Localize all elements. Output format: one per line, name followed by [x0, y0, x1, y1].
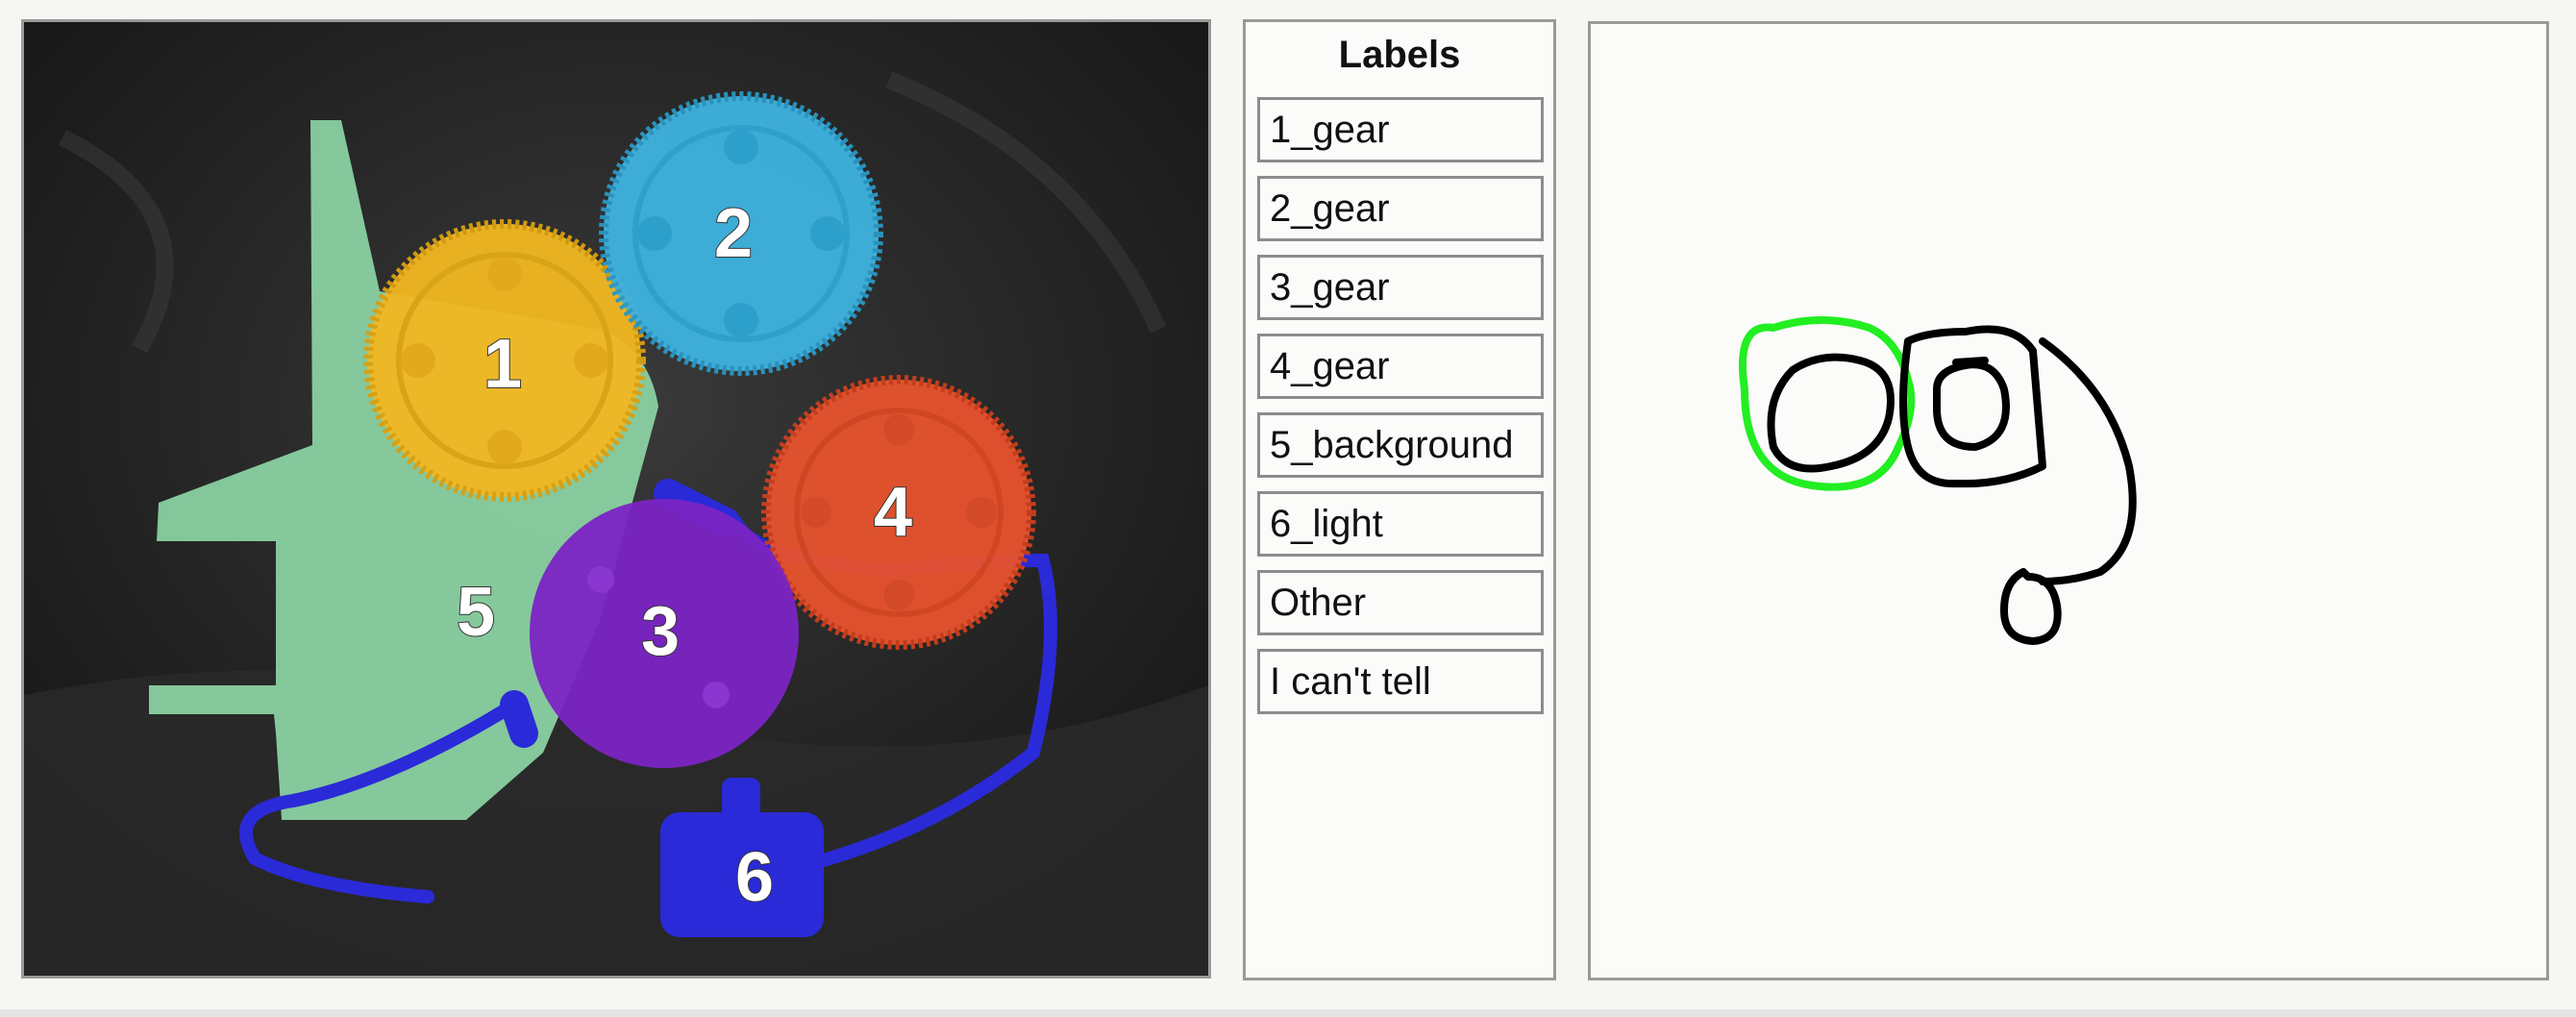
label-option-cant-tell[interactable]: I can't tell [1257, 649, 1544, 714]
label-option-other[interactable]: Other [1257, 570, 1544, 635]
bottom-bar [0, 1009, 2576, 1017]
labels-title: Labels [1338, 34, 1461, 76]
label-option-6-light[interactable]: 6_light [1257, 491, 1544, 557]
label-option-5-background[interactable]: 5_background [1257, 412, 1544, 478]
label-option-1-gear[interactable]: 1_gear [1257, 97, 1544, 162]
segment-number-5: 5 [457, 574, 495, 651]
sketch-canvas [1739, 316, 2137, 645]
segment-number-4: 4 [874, 474, 912, 551]
segment-number-3: 3 [641, 593, 680, 670]
label-option-4-gear[interactable]: 4_gear [1257, 334, 1544, 399]
segment-number-6: 6 [735, 839, 774, 916]
label-option-2-gear[interactable]: 2_gear [1257, 176, 1544, 241]
segment-number-2: 2 [714, 195, 753, 272]
segmented-image: 1 2 3 4 5 6 [21, 19, 1211, 979]
sketch-highlight-stroke [1739, 316, 1916, 491]
segment-number-1: 1 [483, 326, 522, 403]
label-option-3-gear[interactable]: 3_gear [1257, 255, 1544, 320]
segmented-image-canvas: 1 2 3 4 5 6 [24, 22, 1208, 976]
labels-panel: Labels 1_gear 2_gear 3_gear 4_gear 5_bac… [1243, 19, 1556, 980]
sketch-panel [1588, 21, 2549, 980]
